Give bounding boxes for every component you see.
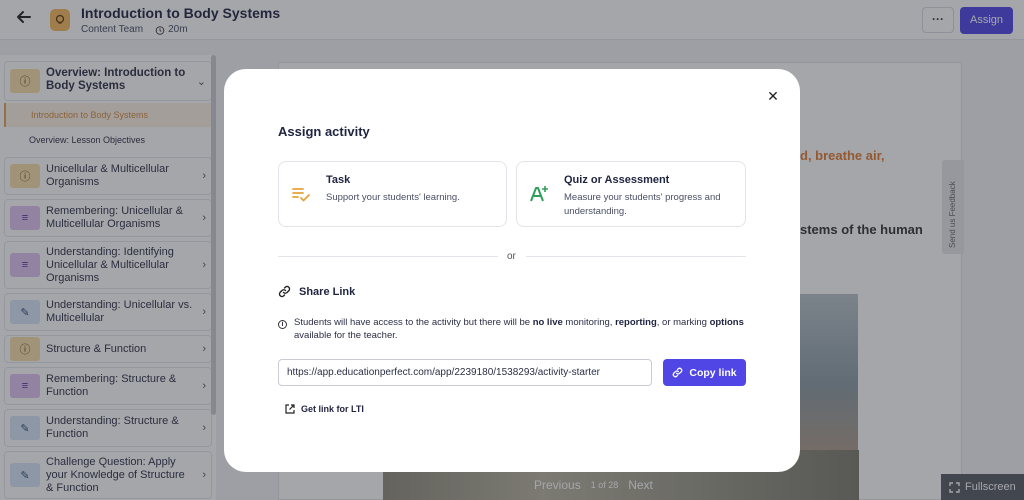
quiz-description: Measure your students' progress and unde… [564,192,721,217]
notice-text: , or marking [656,317,710,328]
get-lti-link[interactable]: Get link for LTI [285,404,364,414]
notice-emphasis: no live [532,317,563,328]
copy-link-label: Copy link [689,366,737,379]
quiz-title: Quiz or Assessment [564,174,670,186]
task-list-icon [291,184,311,204]
quiz-option-card[interactable]: Quiz or Assessment Measure your students… [516,161,746,227]
task-title: Task [326,174,351,186]
share-link-notice: i Students will have access to the activ… [278,316,748,342]
link-icon [673,367,683,378]
external-link-icon [285,404,295,414]
notice-emphasis: reporting [615,317,657,328]
notice-text: available for the teacher. [294,330,398,341]
share-link-title: Share Link [299,285,356,298]
dialog-title: Assign activity [278,124,370,139]
divider [526,256,746,257]
task-option-card[interactable]: Task Support your students' learning. [278,161,507,227]
link-icon [278,285,291,298]
or-separator: or [507,251,516,262]
divider [278,256,498,257]
notice-emphasis: options [709,317,744,328]
notice-text: Students will have access to the activit… [294,317,533,328]
task-description: Support your students' learning. [326,192,460,203]
share-url-input[interactable] [278,359,652,386]
share-link-heading: Share Link [278,285,355,298]
notice-text: monitoring, [562,317,616,328]
copy-link-button[interactable]: Copy link [663,359,746,386]
assign-activity-dialog: ✕ Assign activity Task Support your stud… [224,69,800,472]
close-icon[interactable]: ✕ [764,87,782,105]
lti-link-label: Get link for LTI [301,404,364,414]
grade-a-plus-icon [529,184,549,204]
info-icon: i [278,320,287,329]
